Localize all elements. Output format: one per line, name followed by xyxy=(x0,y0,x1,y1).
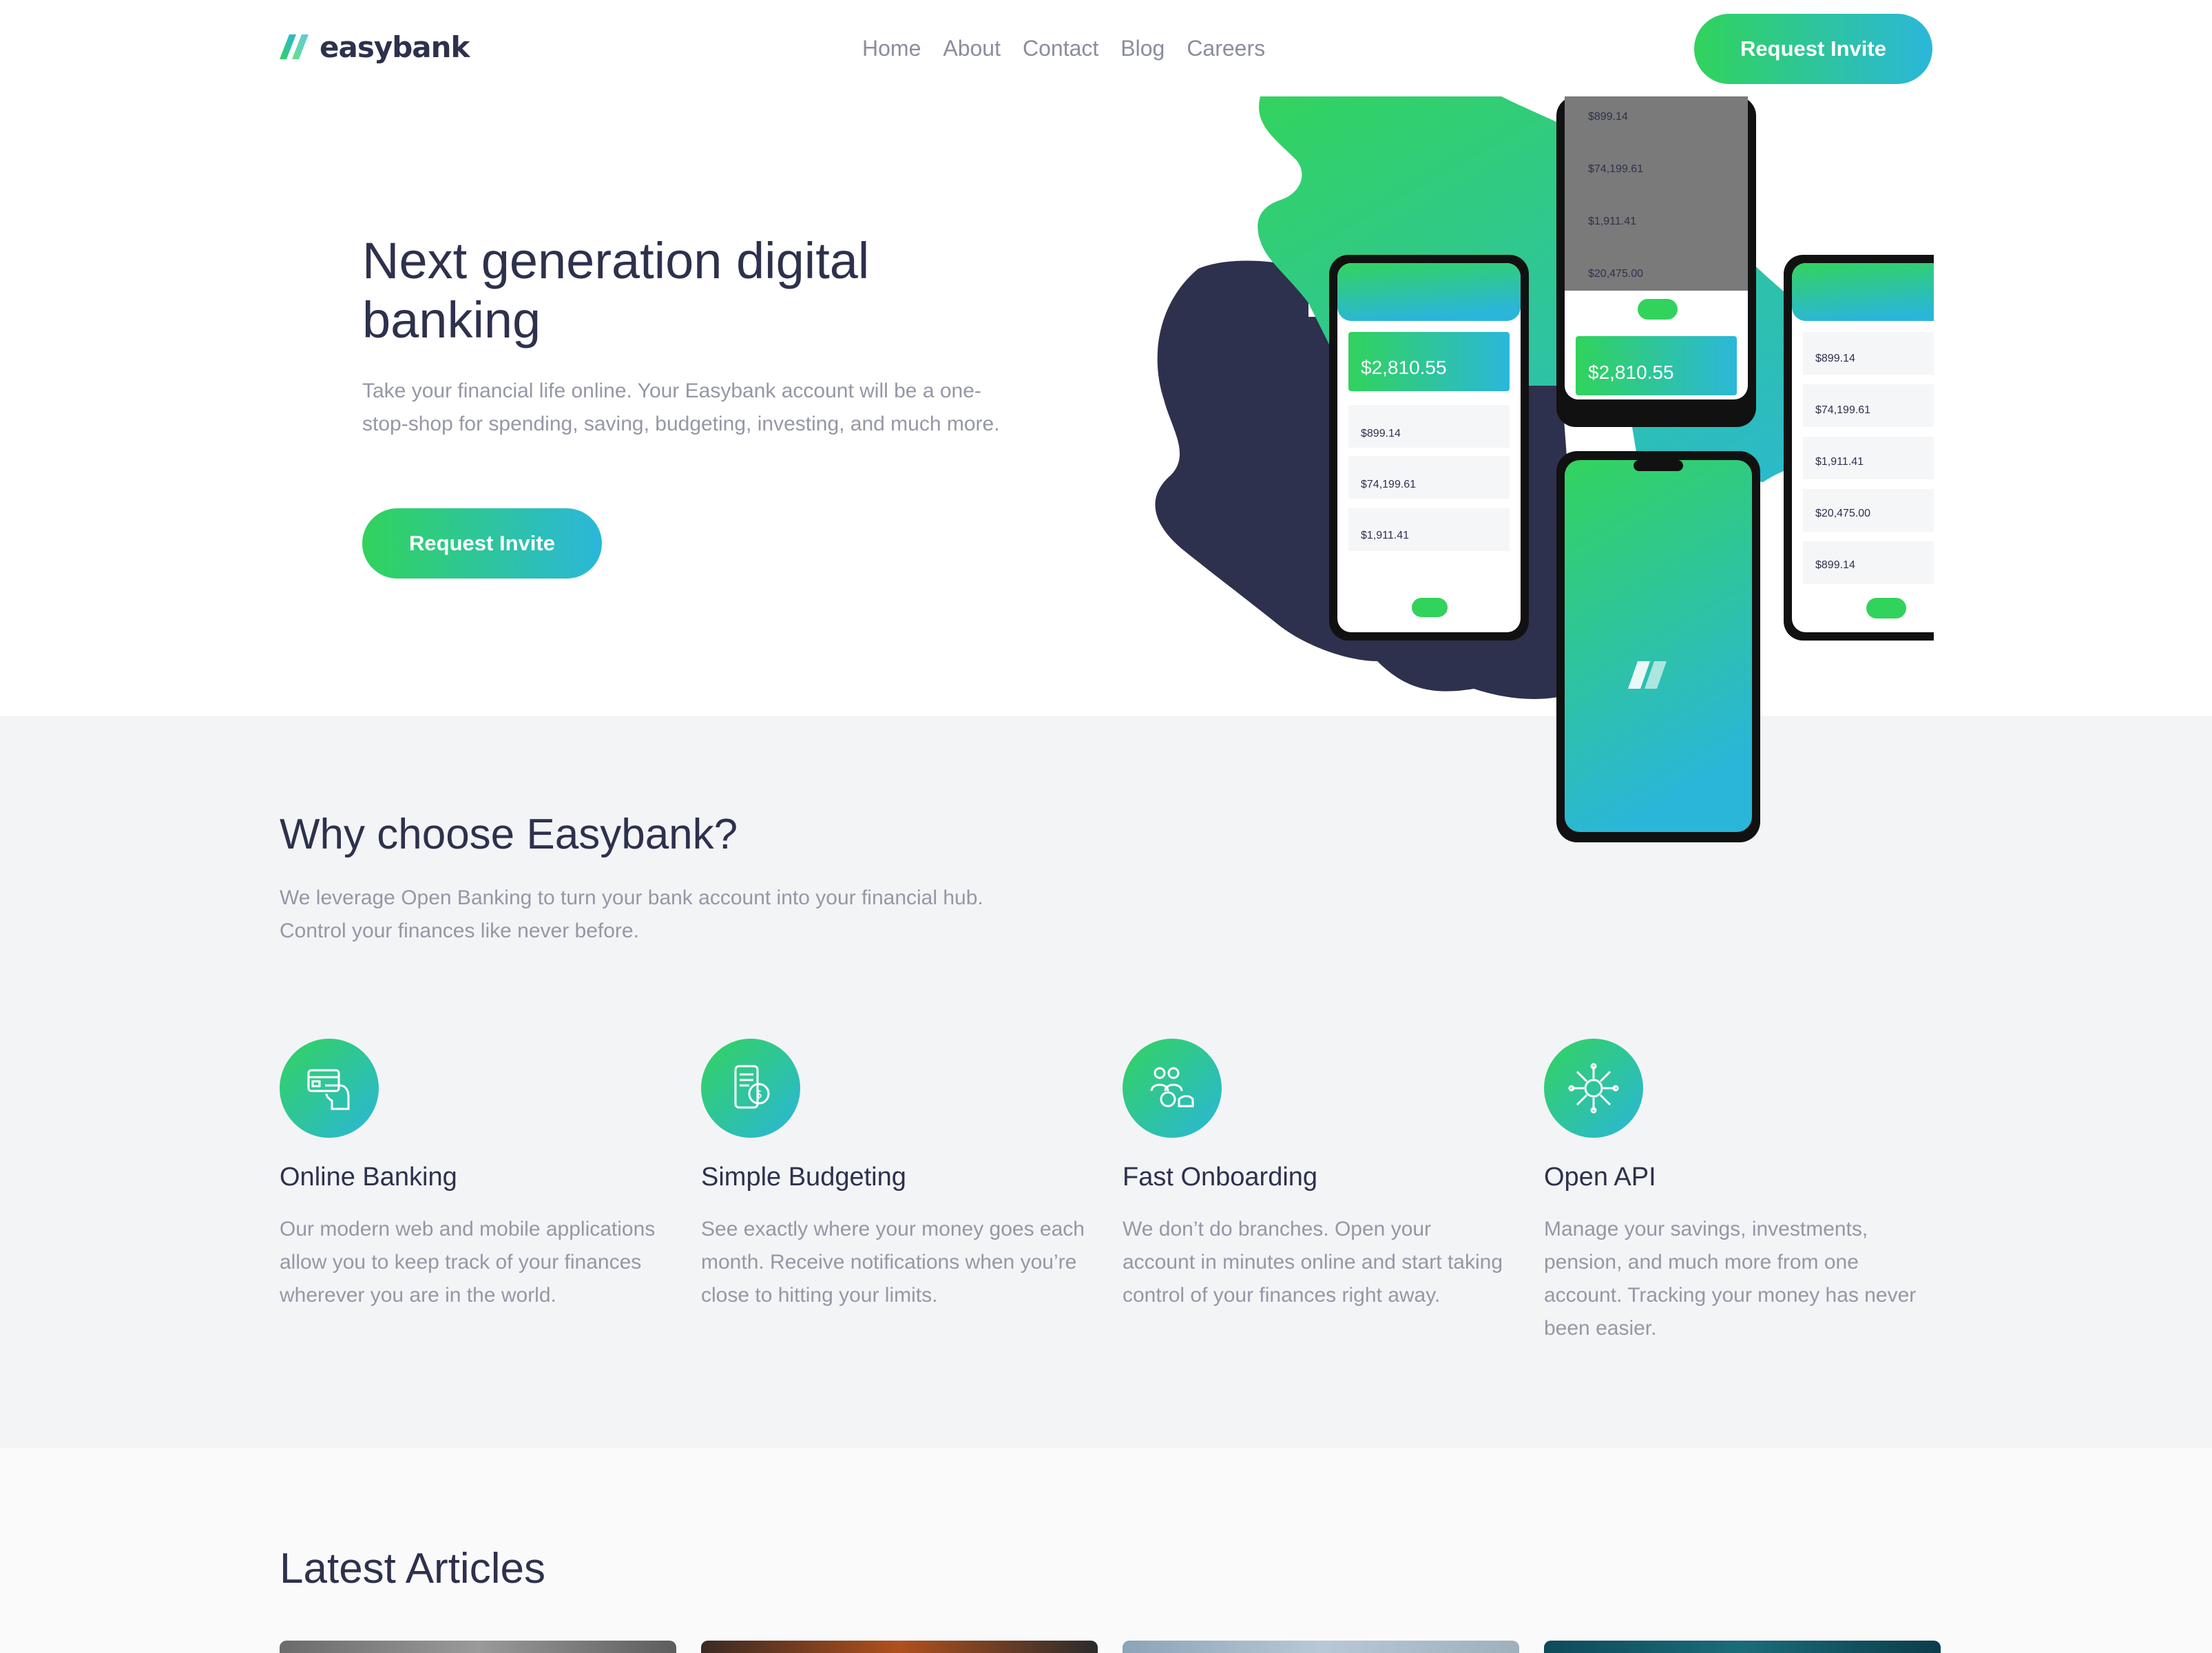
svg-text:$74,199.61: $74,199.61 xyxy=(1361,479,1416,490)
why-title: Why choose Easybank? xyxy=(280,811,738,858)
hero-description: Take your financial life online. Your Ea… xyxy=(362,380,1000,435)
svg-text:$899.14: $899.14 xyxy=(1361,428,1401,439)
feature-title: Simple Budgeting xyxy=(701,1163,906,1192)
feature-text: Manage your savings, investments, pensio… xyxy=(1544,1218,1917,1340)
phone-top-center: $899.14 $74,199.61 $1,911.41 $20,475.00 … xyxy=(1556,96,1756,427)
svg-text:$74,199.61: $74,199.61 xyxy=(1815,404,1870,416)
hero-title: Next generation digital banking xyxy=(362,232,870,349)
left-balance: $2,810.55 xyxy=(1361,357,1447,378)
feature-open-api: Open API Manage your savings, investment… xyxy=(1544,1039,1930,1345)
nav-about[interactable]: About xyxy=(943,33,1001,63)
header-request-invite-button[interactable]: Request Invite xyxy=(1694,14,1932,84)
feature-text: We don’t do branches. Open your account … xyxy=(1123,1218,1503,1307)
logo-mark-icon xyxy=(280,34,309,59)
online-banking-icon xyxy=(280,1039,379,1138)
feature-text: Our modern web and mobile applications a… xyxy=(280,1218,656,1307)
feature-title: Online Banking xyxy=(280,1163,457,1192)
feature-simple-budgeting: $ Simple Budgeting See exactly where you… xyxy=(701,1039,1087,1312)
budgeting-icon: $ xyxy=(701,1039,800,1138)
nav-home[interactable]: Home xyxy=(862,33,921,63)
svg-text:$1,911.41: $1,911.41 xyxy=(1815,456,1864,468)
feature-online-banking: Online Banking Our modern web and mobile… xyxy=(280,1039,665,1312)
feature-title: Fast Onboarding xyxy=(1123,1163,1318,1192)
svg-text:$899.14: $899.14 xyxy=(1815,559,1855,571)
nav-careers[interactable]: Careers xyxy=(1187,33,1265,63)
api-icon xyxy=(1544,1039,1643,1138)
articles-title: Latest Articles xyxy=(280,1545,545,1592)
hero-request-invite-button[interactable]: Request Invite xyxy=(362,508,602,579)
svg-text:$: $ xyxy=(755,1088,762,1101)
brand-name: easybank xyxy=(320,30,470,64)
feature-title: Open API xyxy=(1544,1163,1656,1192)
article-thumbnail[interactable] xyxy=(1123,1641,1519,1653)
article-thumbnail[interactable] xyxy=(1544,1641,1941,1653)
site-header: easybank Home About Contact Blog Careers… xyxy=(0,0,2212,96)
articles-section: Latest Articles xyxy=(0,1448,2212,1653)
svg-text:$1,911.41: $1,911.41 xyxy=(1588,216,1636,227)
article-thumbnail[interactable] xyxy=(280,1641,676,1653)
svg-text:$2,810.55: $2,810.55 xyxy=(1588,362,1674,383)
why-description: We leverage Open Banking to turn your ba… xyxy=(280,886,983,942)
phone-left: $2,810.55 $899.14 $74,199.61 $1,911.41 xyxy=(1329,255,1529,641)
svg-text:$74,199.61: $74,199.61 xyxy=(1588,163,1643,175)
nav-blog[interactable]: Blog xyxy=(1120,33,1165,63)
phone-right: $899.14 $74,199.61 $1,911.41 $20,475.00 … xyxy=(1784,255,1934,641)
phone-bottom-center xyxy=(1556,451,1760,842)
svg-text:$899.14: $899.14 xyxy=(1815,353,1855,364)
svg-text:$899.14: $899.14 xyxy=(1588,111,1628,123)
svg-text:$20,475.00: $20,475.00 xyxy=(1588,268,1643,280)
main-nav: Home About Contact Blog Careers xyxy=(862,33,1265,63)
svg-text:$1,911.41: $1,911.41 xyxy=(1361,530,1409,541)
nav-contact[interactable]: Contact xyxy=(1023,33,1098,63)
svg-text:$20,475.00: $20,475.00 xyxy=(1815,508,1870,519)
article-thumbnail[interactable] xyxy=(701,1641,1098,1653)
feature-text: See exactly where your money goes each m… xyxy=(701,1218,1085,1307)
brand-logo[interactable]: easybank xyxy=(280,30,470,64)
onboarding-icon xyxy=(1123,1039,1222,1138)
phone-mockups-image: $2,810.55 $899.14 $74,199.61 $1,911.41 $… xyxy=(1143,96,1934,854)
mockups-illustration: $2,810.55 $899.14 $74,199.61 $1,911.41 $… xyxy=(1155,96,1934,842)
feature-fast-onboarding: Fast Onboarding We don’t do branches. Op… xyxy=(1123,1039,1508,1312)
